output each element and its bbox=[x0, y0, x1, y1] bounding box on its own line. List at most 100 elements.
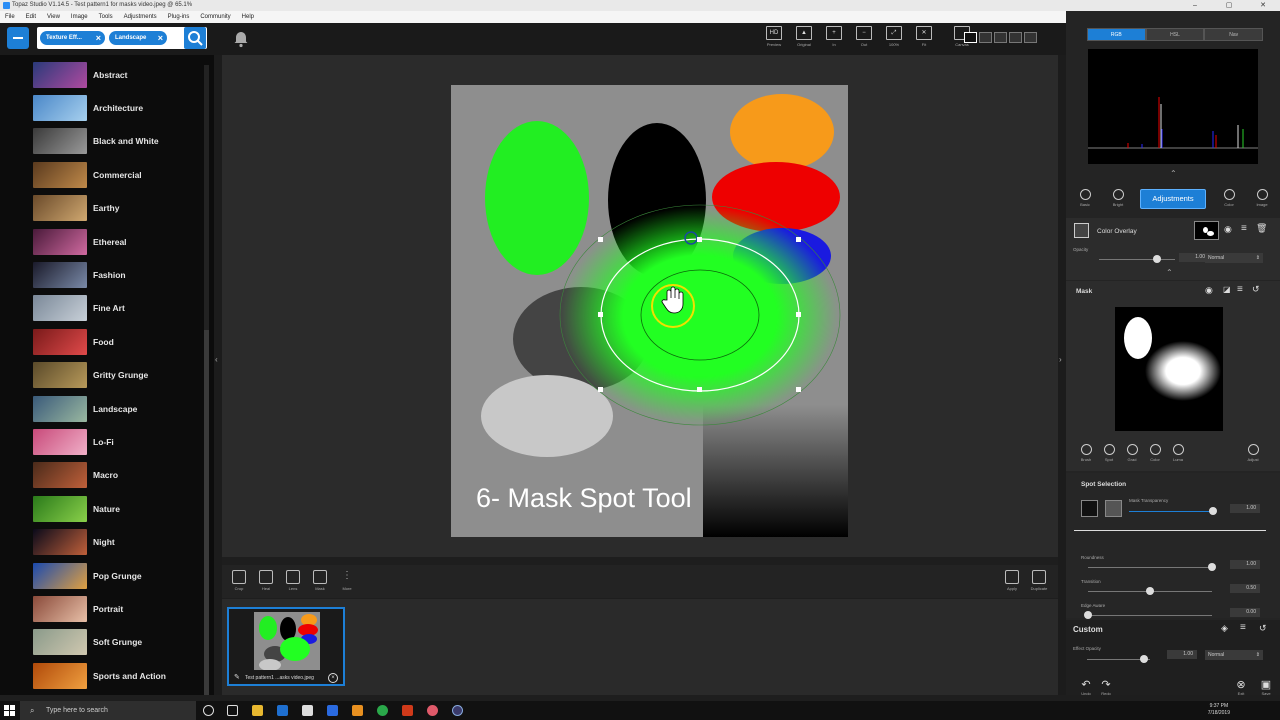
category-item[interactable]: Fine Art bbox=[33, 292, 203, 325]
menu-tools[interactable]: Tools bbox=[99, 11, 113, 23]
close-window-button[interactable]: ✕ bbox=[1246, 0, 1280, 11]
spot-slider-value[interactable]: 0.00 bbox=[1230, 608, 1260, 617]
right-panel-toggle[interactable]: › bbox=[1058, 55, 1066, 695]
menu-edit[interactable]: Edit bbox=[26, 11, 36, 23]
grad-tool[interactable]: Grad bbox=[1120, 444, 1144, 462]
invert-mask-icon[interactable]: ◪ bbox=[1223, 285, 1231, 294]
side-by-side-button[interactable] bbox=[994, 32, 1007, 43]
left-panel-toggle[interactable]: ‹ bbox=[214, 55, 222, 695]
store-icon[interactable] bbox=[302, 705, 313, 716]
mask-menu-icon[interactable]: ≡ bbox=[1237, 284, 1243, 295]
exit-button[interactable]: ⊗ Exit bbox=[1229, 678, 1253, 695]
app-pink-icon[interactable] bbox=[427, 705, 438, 716]
black-swatch[interactable] bbox=[1081, 500, 1098, 517]
category-item[interactable]: Pop Grunge bbox=[33, 559, 203, 592]
close-image-icon[interactable]: × bbox=[328, 673, 338, 683]
menu-view[interactable]: View bbox=[47, 11, 60, 23]
spot-slider-value[interactable]: 1.00 bbox=[1230, 560, 1260, 569]
chevron-up-icon[interactable]: ⌃ bbox=[1170, 169, 1177, 178]
split-view-button[interactable] bbox=[979, 32, 992, 43]
zoom-100-button[interactable]: ⤢ 100% bbox=[882, 26, 906, 52]
scrollbar-thumb[interactable] bbox=[204, 330, 209, 695]
transparency-slider-track[interactable] bbox=[1129, 511, 1213, 512]
hamburger-menu-button[interactable] bbox=[7, 27, 29, 49]
image-category[interactable]: Image bbox=[1250, 189, 1274, 207]
trash-icon[interactable]: 🗑 bbox=[1256, 223, 1267, 234]
luma-tool[interactable]: Luma bbox=[1166, 444, 1190, 462]
category-item[interactable]: Ethereal bbox=[33, 225, 203, 258]
spot-slider-knob[interactable] bbox=[1146, 587, 1154, 595]
color-mask-tool[interactable]: Color bbox=[1143, 444, 1167, 462]
chrome-icon[interactable] bbox=[377, 705, 388, 716]
taskbar-search[interactable]: ⌕ Type here to search bbox=[20, 701, 196, 720]
eye-icon[interactable]: ◉ bbox=[1224, 224, 1232, 235]
category-item[interactable]: Earthy bbox=[33, 192, 203, 225]
opacity-slider-track[interactable] bbox=[1099, 259, 1175, 260]
color-category[interactable]: Color bbox=[1217, 189, 1241, 207]
task-view-icon[interactable] bbox=[227, 705, 238, 716]
bright-category[interactable]: Bright bbox=[1106, 189, 1130, 207]
original-image-button[interactable]: ▲ Original bbox=[792, 26, 816, 52]
image-canvas[interactable]: 6- Mask Spot Tool bbox=[451, 85, 848, 537]
save-button[interactable]: ▣ Save bbox=[1254, 678, 1278, 695]
hd-preview-button[interactable]: HD Preview bbox=[762, 26, 786, 52]
tab-nav[interactable]: Nav bbox=[1204, 28, 1264, 41]
compare-view-button[interactable] bbox=[1024, 32, 1037, 43]
single-view-button[interactable] bbox=[964, 32, 977, 43]
bell-icon[interactable] bbox=[232, 30, 250, 48]
file-explorer-icon[interactable] bbox=[252, 705, 263, 716]
lens-tool-button[interactable]: Lens bbox=[282, 570, 304, 591]
category-item[interactable]: Soft Grunge bbox=[33, 626, 203, 659]
zoom-out-button[interactable]: − Out bbox=[852, 26, 876, 52]
fit-button[interactable]: ✕ Fit bbox=[912, 26, 936, 52]
quad-view-button[interactable] bbox=[1009, 32, 1022, 43]
zoom-in-button[interactable]: + In bbox=[822, 26, 846, 52]
tab-rgb[interactable]: RGB bbox=[1087, 28, 1146, 41]
category-item[interactable]: Landscape bbox=[33, 392, 203, 425]
category-item[interactable]: Fashion bbox=[33, 258, 203, 291]
collapse-up-icon[interactable]: ⌃ bbox=[1166, 268, 1173, 277]
minimize-button[interactable]: – bbox=[1178, 0, 1212, 11]
category-item[interactable]: Abstract bbox=[33, 58, 203, 91]
search-chip-texture[interactable]: Texture Eff... × bbox=[40, 31, 105, 45]
more-tool-button[interactable]: ⋮ More bbox=[336, 570, 358, 591]
app-orange-icon[interactable] bbox=[352, 705, 363, 716]
heal-tool-button[interactable]: Heal bbox=[255, 570, 277, 591]
menu-community[interactable]: Community bbox=[200, 11, 230, 23]
layers-icon[interactable]: ◈ bbox=[1221, 623, 1228, 634]
opacity-slider-knob[interactable] bbox=[1152, 255, 1161, 263]
topaz-studio-taskbar-icon[interactable] bbox=[452, 705, 463, 716]
maximize-button[interactable]: ▢ bbox=[1212, 0, 1246, 11]
pencil-icon[interactable]: ✎ bbox=[234, 672, 240, 684]
effect-opacity-value[interactable]: 1.00 bbox=[1167, 650, 1197, 659]
category-item[interactable]: Macro bbox=[33, 459, 203, 492]
menu-help[interactable]: Help bbox=[242, 11, 254, 23]
adjust-tool[interactable]: Adjust bbox=[1241, 444, 1265, 462]
spot-slider-value[interactable]: 0.50 bbox=[1230, 584, 1260, 593]
sidebar-scrollbar[interactable] bbox=[204, 65, 209, 695]
search-box[interactable]: Texture Eff... × Landscape × bbox=[37, 27, 207, 49]
brush-tool[interactable]: Brush bbox=[1074, 444, 1098, 462]
menu-file[interactable]: File bbox=[5, 11, 15, 23]
remove-chip-icon[interactable]: × bbox=[158, 31, 163, 45]
mask-tool-button[interactable]: Mask bbox=[309, 570, 331, 591]
custom-menu-icon[interactable]: ≡ bbox=[1240, 622, 1246, 633]
gray-swatch[interactable] bbox=[1105, 500, 1122, 517]
effect-blend-dropdown[interactable]: Normal bbox=[1205, 650, 1263, 660]
windows-start-icon[interactable] bbox=[4, 705, 15, 716]
effect-opacity-knob[interactable] bbox=[1139, 655, 1148, 663]
apply-button[interactable]: Apply bbox=[1001, 570, 1023, 591]
mail-icon[interactable] bbox=[327, 705, 338, 716]
mask-eye-icon[interactable]: ◉ bbox=[1205, 285, 1213, 296]
category-item[interactable]: Lo-Fi bbox=[33, 425, 203, 458]
spot-slider-track[interactable] bbox=[1088, 567, 1212, 568]
spot-slider-knob[interactable] bbox=[1084, 611, 1092, 619]
custom-reset-icon[interactable]: ↺ bbox=[1259, 623, 1267, 634]
basic-category[interactable]: Basic bbox=[1073, 189, 1097, 207]
menu-adjustments[interactable]: Adjustments bbox=[124, 11, 157, 23]
menu-image[interactable]: Image bbox=[71, 11, 88, 23]
spot-slider-knob[interactable] bbox=[1208, 563, 1216, 571]
tab-hsl[interactable]: HSL bbox=[1145, 28, 1205, 41]
category-item[interactable]: Gritty Grunge bbox=[33, 359, 203, 392]
category-item[interactable]: Commercial bbox=[33, 158, 203, 191]
